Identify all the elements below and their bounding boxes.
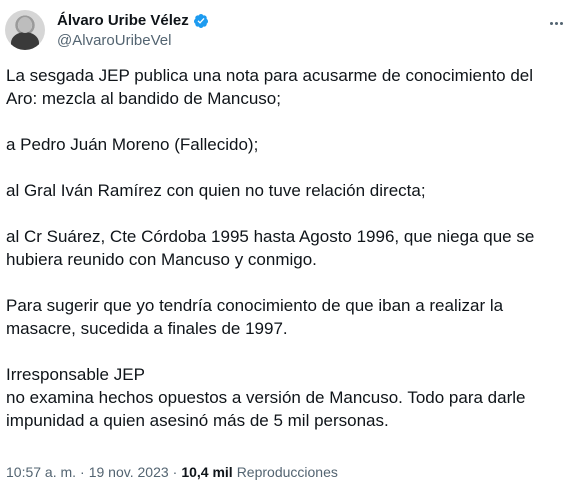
tweet-line: al Gral Iván Ramírez con quien no tuve r…	[6, 181, 426, 200]
tweet-line: masacre, sucedida a finales de 1997.	[6, 319, 288, 338]
avatar[interactable]	[5, 10, 45, 50]
tweet-line: hubiera reunido con Mancuso y conmigo.	[6, 250, 317, 269]
tweet-line: impunidad a quien asesinó más de 5 mil p…	[6, 411, 389, 430]
author-handle[interactable]: @AlvaroUribeVel	[57, 32, 171, 49]
tweet-text: La sesgada JEP publica una nota para acu…	[6, 64, 562, 432]
author-name-row: Álvaro Uribe Vélez	[57, 12, 209, 29]
tweet-header: Álvaro Uribe Vélez @AlvaroUribeVel	[5, 8, 569, 56]
meta-separator: ·	[80, 464, 85, 480]
tweet-line: Irresponsable JEP	[6, 365, 145, 384]
tweet-date[interactable]: 19 nov. 2023	[89, 464, 169, 480]
author-name[interactable]: Álvaro Uribe Vélez	[57, 12, 189, 29]
tweet-line: no examina hechos opuestos a versión de …	[6, 388, 526, 407]
tweet-time[interactable]: 10:57 a. m.	[6, 464, 76, 480]
tweet-line: Aro: mezcla al bandido de Mancuso;	[6, 89, 281, 108]
tweet-line: La sesgada JEP publica una nota para acu…	[6, 66, 534, 85]
tweet-line: al Cr Suárez, Cte Córdoba 1995 hasta Ago…	[6, 227, 535, 246]
views-count[interactable]: 10,4 mil	[181, 464, 232, 480]
tweet-line: a Pedro Juán Moreno (Fallecido);	[6, 135, 259, 154]
tweet-meta: 10:57 a. m. · 19 nov. 2023 · 10,4 mil Re…	[6, 464, 338, 480]
tweet-line: Para sugerir que yo tendría conocimiento…	[6, 296, 504, 315]
verified-badge-icon	[193, 13, 208, 28]
views-label[interactable]: Reproducciones	[237, 464, 338, 480]
meta-separator: ·	[172, 464, 178, 480]
more-options-icon[interactable]	[545, 12, 567, 34]
